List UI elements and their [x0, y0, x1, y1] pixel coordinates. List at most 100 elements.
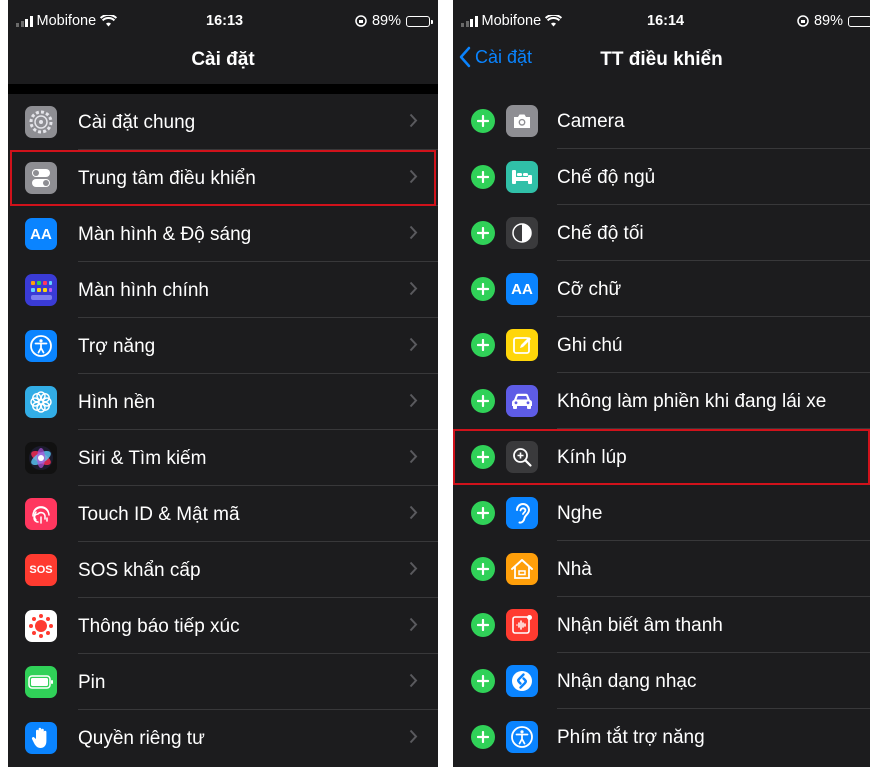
clock: 16:14: [647, 13, 685, 29]
settings-row-privacy[interactable]: Quyền riêng tư: [8, 710, 438, 766]
plus-icon: [477, 731, 489, 743]
plus-icon: [477, 283, 489, 295]
control-row-accessibility-shortcut: Phím tắt trợ năng: [453, 709, 870, 765]
add-control-button[interactable]: [471, 277, 495, 301]
control-row-hearing: Nghe: [453, 485, 870, 541]
status-bar: Mobifone 16:14 89%: [453, 0, 870, 40]
add-control-button[interactable]: [471, 725, 495, 749]
accessibility-icon: [25, 330, 57, 362]
home-icon: [506, 553, 538, 585]
control-row-driving-focus: Không làm phiền khi đang lái xe: [453, 373, 870, 429]
magnifier-icon: [506, 441, 538, 473]
row-label: Phím tắt trợ năng: [557, 727, 705, 748]
settings-row-accessibility[interactable]: Trợ năng: [8, 318, 438, 374]
home-screen-grid-icon: [25, 274, 57, 306]
add-control-button[interactable]: [471, 445, 495, 469]
add-control-button[interactable]: [471, 557, 495, 581]
siri-icon: [25, 442, 57, 474]
add-control-button[interactable]: [471, 669, 495, 693]
chevron-right-icon: [409, 337, 418, 352]
control-row-notes: Ghi chú: [453, 317, 870, 373]
hand-icon: [25, 722, 57, 754]
add-control-button[interactable]: [471, 221, 495, 245]
settings-row-wallpaper[interactable]: Hình nền: [8, 374, 438, 430]
row-label: Chế độ tối: [557, 223, 644, 244]
row-label: Ghi chú: [557, 335, 623, 356]
row-label: Quyền riêng tư: [78, 728, 205, 749]
plus-icon: [477, 395, 489, 407]
chevron-right-icon: [409, 113, 418, 128]
row-label: Siri & Tìm kiếm: [78, 448, 207, 469]
row-label: Cài đặt chung: [78, 112, 196, 133]
plus-icon: [477, 563, 489, 575]
plus-icon: [477, 339, 489, 351]
row-label: Camera: [557, 111, 625, 132]
settings-row-touch-id[interactable]: Touch ID & Mật mã: [8, 486, 438, 542]
settings-row-siri-search[interactable]: Siri & Tìm kiếm: [8, 430, 438, 486]
wifi-icon: [100, 15, 118, 27]
settings-row-home-screen[interactable]: Màn hình chính: [8, 262, 438, 318]
row-label: Màn hình & Độ sáng: [78, 224, 252, 245]
settings-row-exposure-notifications[interactable]: Thông báo tiếp xúc: [8, 598, 438, 654]
car-icon: [506, 385, 538, 417]
chevron-right-icon: [409, 729, 418, 744]
row-label: Nghe: [557, 503, 603, 524]
plus-icon: [477, 171, 489, 183]
settings-screen: Mobifone 16:13 89% Cài đặt Cài đặt chung…: [8, 0, 438, 767]
add-control-button[interactable]: [471, 389, 495, 413]
settings-row-general[interactable]: Cài đặt chung: [8, 94, 438, 150]
row-label: Nhà: [557, 559, 592, 580]
camera-icon: [506, 105, 538, 137]
nav-bar: Cài đặt: [8, 40, 438, 84]
row-label: Thông báo tiếp xúc: [78, 616, 240, 637]
status-right: 89%: [355, 13, 433, 29]
plus-icon: [477, 675, 489, 687]
plus-icon: [477, 451, 489, 463]
battery-icon: [25, 666, 57, 698]
row-label: SOS khẩn cấp: [78, 560, 201, 581]
carrier-name: Mobifone: [36, 13, 97, 29]
row-label: Trợ năng: [78, 336, 156, 357]
carrier-name: Mobifone: [481, 13, 542, 29]
add-control-button[interactable]: [471, 333, 495, 357]
status-right: 89%: [797, 13, 870, 29]
settings-row-battery[interactable]: Pin: [8, 654, 438, 710]
page-title: Cài đặt: [191, 49, 255, 70]
control-row-magnifier: Kính lúp: [453, 429, 870, 485]
wallpaper-flower-icon: [25, 386, 57, 418]
status-bar: Mobifone 16:13 89%: [8, 0, 438, 40]
plus-icon: [477, 619, 489, 631]
carrier: Mobifone: [16, 13, 118, 29]
row-label: Trung tâm điều khiển: [78, 168, 256, 189]
row-label: Không làm phiền khi đang lái xe: [557, 391, 827, 412]
add-control-button[interactable]: [471, 165, 495, 189]
row-label: Màn hình chính: [78, 280, 209, 301]
text-size-icon: AA: [25, 218, 57, 250]
row-label: Cỡ chữ: [557, 279, 622, 300]
battery-percent: 89%: [813, 13, 843, 29]
settings-row-emergency-sos[interactable]: SOS SOS khẩn cấp: [8, 542, 438, 598]
plus-icon: [477, 115, 489, 127]
add-control-button[interactable]: [471, 501, 495, 525]
text-size-icon: AA: [506, 273, 538, 305]
add-control-button[interactable]: [471, 613, 495, 637]
signal-icon: [16, 15, 33, 27]
plus-icon: [477, 507, 489, 519]
control-row-camera: Camera: [453, 93, 870, 149]
clock: 16:13: [206, 13, 244, 29]
notes-icon: [506, 329, 538, 361]
add-control-button[interactable]: [471, 109, 495, 133]
control-row-home: Nhà: [453, 541, 870, 597]
nav-bar: Cài đặt TT điều khiển: [453, 40, 870, 84]
row-label: Nhận dạng nhạc: [557, 671, 697, 692]
exposure-notification-icon: [25, 610, 57, 642]
settings-row-display-brightness[interactable]: AA Màn hình & Độ sáng: [8, 206, 438, 262]
bed-icon: [506, 161, 538, 193]
chevron-right-icon: [409, 169, 418, 184]
row-label: Hình nền: [78, 392, 156, 413]
settings-row-control-center[interactable]: Trung tâm điều khiển: [8, 150, 438, 206]
row-label: Chế độ ngủ: [557, 167, 656, 188]
control-center-screen: Mobifone 16:14 89% Cài đặt TT điều khiển…: [453, 0, 870, 767]
carrier: Mobifone: [461, 13, 563, 29]
chevron-right-icon: [409, 561, 418, 576]
